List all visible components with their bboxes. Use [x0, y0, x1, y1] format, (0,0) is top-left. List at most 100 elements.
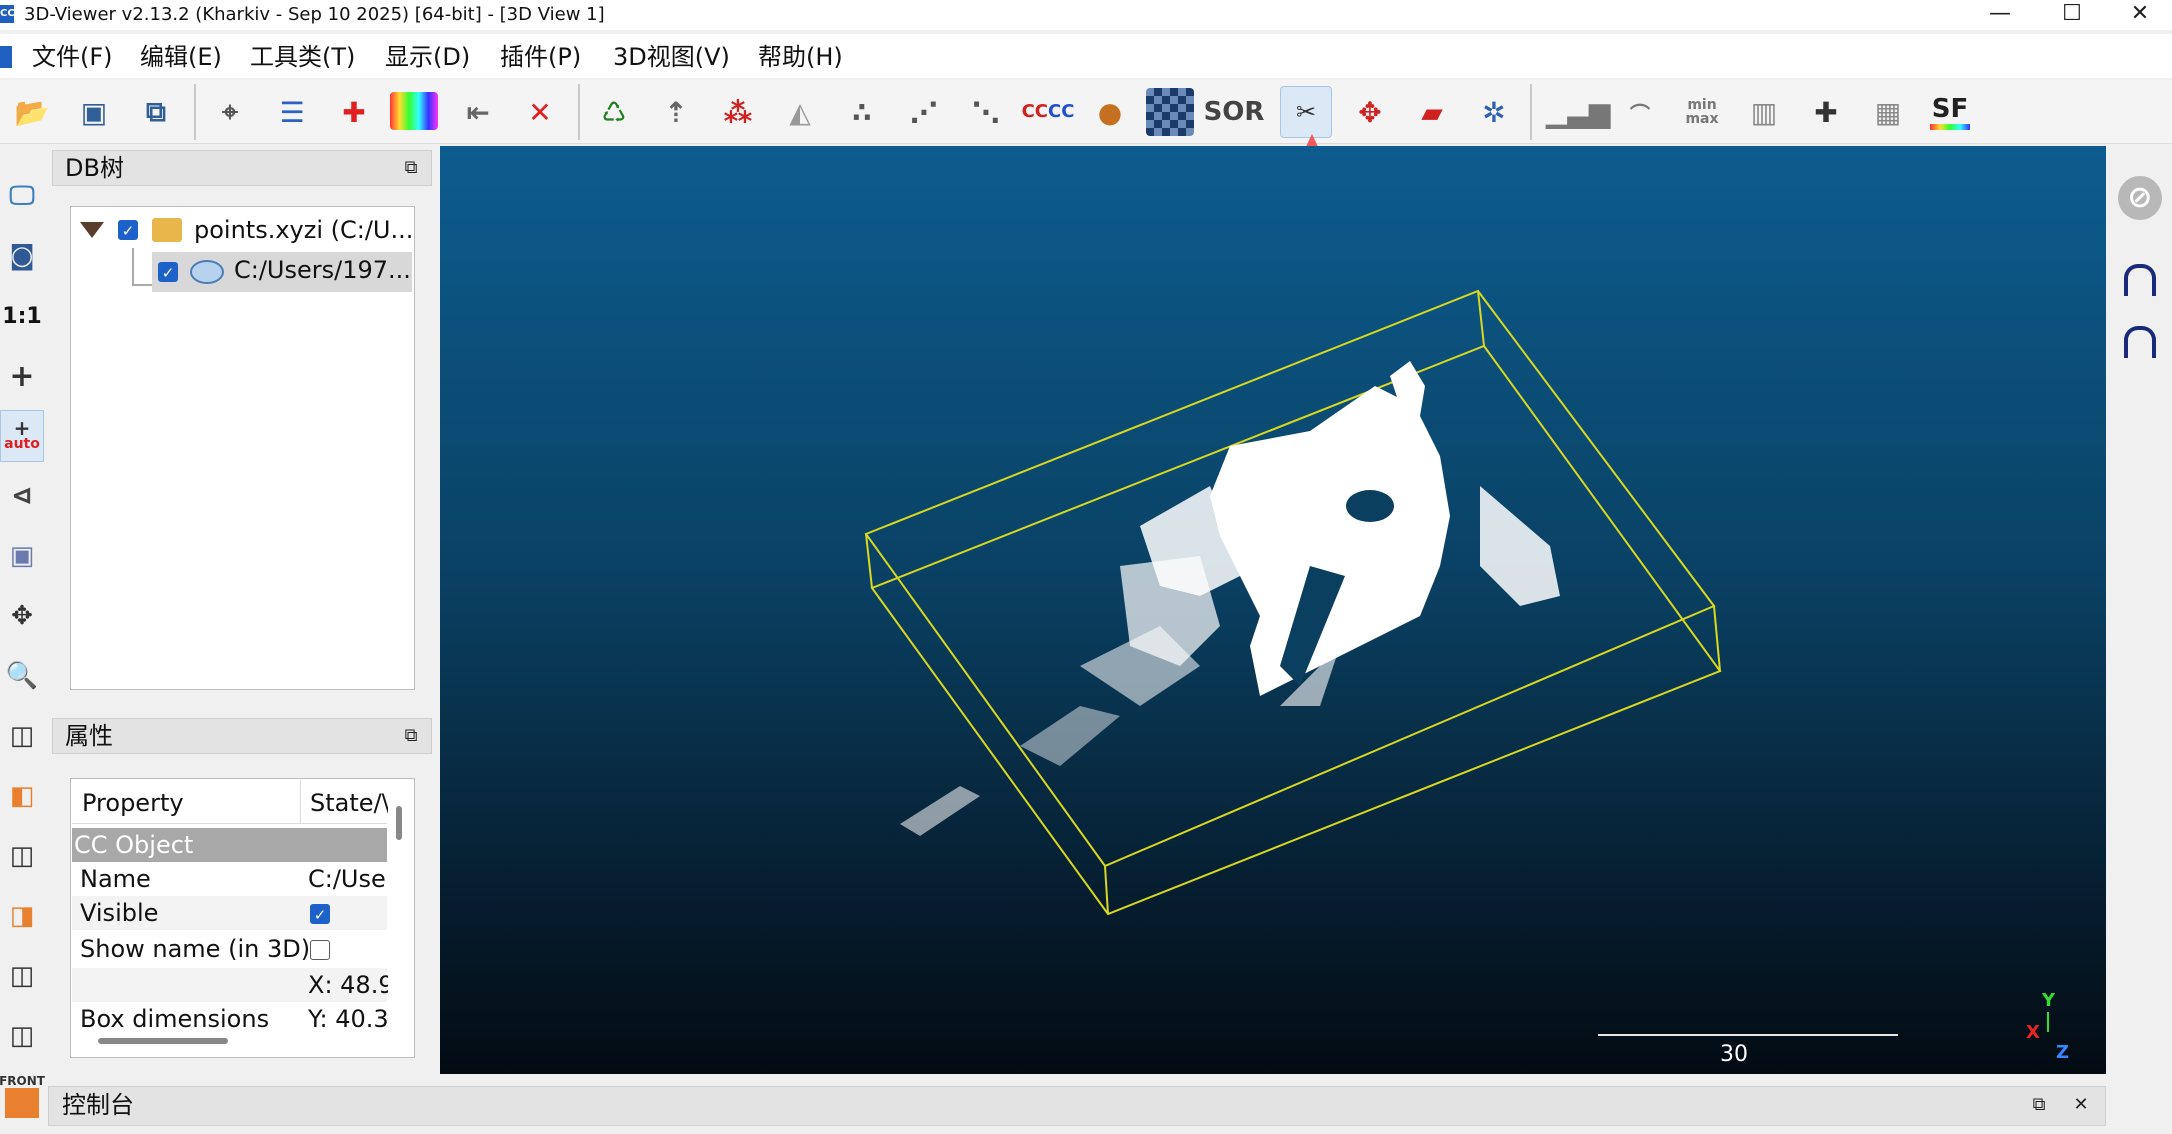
box-dim-x-value: X: 48.9. [308, 971, 388, 999]
perspective-icon[interactable]: ▣ [0, 530, 44, 582]
list-icon[interactable]: ☰ [266, 86, 318, 138]
pan-icon[interactable]: ✥ [0, 590, 44, 642]
one-to-one-button[interactable]: 1:1 [0, 290, 44, 342]
visible-checkbox[interactable] [310, 904, 330, 924]
box-dim-y-value: Y: 40.3. [308, 1005, 388, 1033]
view-front-icon[interactable]: ◧ [0, 770, 44, 822]
property-column-header[interactable]: Property [82, 786, 184, 820]
auto-label: auto [4, 436, 40, 452]
front-label: FRONT [0, 1074, 45, 1088]
3d-view[interactable]: 30 Y X Z [440, 146, 2106, 1074]
scatter-icon[interactable]: ⋱ [960, 86, 1012, 138]
iso-cube-icon [5, 1088, 39, 1118]
tree-line [132, 284, 154, 286]
maximize-button[interactable]: ☐ [2040, 0, 2104, 30]
sample-icon[interactable]: ⇡ [650, 86, 702, 138]
stat-fit-icon[interactable]: ⌒ [1614, 86, 1666, 138]
delete-icon[interactable]: ✕ [514, 86, 566, 138]
segment-icon[interactable]: ✂ [1280, 86, 1332, 138]
clear-icon[interactable]: ▥ [1738, 86, 1790, 138]
noise-icon[interactable]: ∴ [836, 86, 888, 138]
checker-icon[interactable] [1146, 88, 1194, 136]
prop-name-value[interactable]: C:/Usei [308, 862, 388, 896]
db-tree-float-button[interactable]: ⧉ [400, 157, 422, 179]
merge-icon[interactable]: ♺ [588, 86, 640, 138]
cloud-visibility-checkbox[interactable] [158, 262, 178, 282]
tree-cloud-label[interactable]: C:/Users/197... [234, 253, 411, 287]
sor-icon[interactable]: SOR [1204, 86, 1265, 138]
zoom-icon[interactable]: 🔍 [0, 650, 44, 702]
minimize-button[interactable]: — [1968, 0, 2032, 30]
window-title: 3D-Viewer v2.13.2 (Kharkiv - Sep 10 2025… [24, 4, 605, 25]
db-tree-header: DB树 [52, 150, 432, 186]
stop-icon[interactable]: ⊘ [2118, 176, 2162, 220]
menu-3dview[interactable]: 3D视图(V) [613, 40, 730, 74]
crosshair-icon[interactable]: + [0, 350, 44, 402]
close-button[interactable]: ✕ [2108, 0, 2172, 30]
menu-plugins[interactable]: 插件(P) [500, 40, 581, 74]
screen-icon[interactable]: 🖵 [0, 170, 44, 222]
color-scale-icon[interactable] [390, 92, 438, 130]
axis-z-label: Z [2056, 1042, 2070, 1063]
vertical-scrollbar[interactable] [396, 806, 402, 840]
sf-icon[interactable]: SF [1924, 86, 1976, 138]
folder-icon [152, 218, 182, 242]
scale-label: 30 [1720, 1042, 1748, 1067]
add-point-icon[interactable]: ✚ [328, 86, 380, 138]
view-left-icon[interactable]: ◫ [0, 830, 44, 882]
state-column-header[interactable]: State/\ [310, 786, 388, 820]
toolbar-separator [578, 84, 580, 140]
properties-float-button[interactable]: ⧉ [400, 725, 422, 747]
axis-x-label: X [2026, 1022, 2040, 1043]
menu-display[interactable]: 显示(D) [385, 40, 470, 74]
bag-icon[interactable]: ● [1084, 86, 1136, 138]
prop-visible-label: Visible [80, 899, 159, 927]
section-label: CC Object [74, 831, 194, 859]
noise-filter-icon[interactable]: ⋰ [898, 86, 950, 138]
menu-help[interactable]: 帮助(H) [758, 40, 843, 74]
expand-arrow-icon[interactable] [80, 222, 104, 238]
console-title: 控制台 [62, 1091, 134, 1119]
view-right-icon[interactable]: ◫ [0, 950, 44, 1002]
min-max-icon[interactable]: min max [1676, 86, 1728, 138]
console-float-button[interactable]: ⧉ [2028, 1094, 2050, 1116]
cc-label-icon[interactable]: CC CC [1022, 86, 1075, 138]
tree-line [132, 248, 134, 286]
open-icon[interactable]: 📂 [6, 86, 58, 138]
properties-title: 属性 [65, 722, 113, 750]
menu-file[interactable]: 文件(F) [32, 40, 113, 74]
subsample-icon[interactable]: ⁂ [712, 86, 764, 138]
auto-pivot-button[interactable]: + auto [0, 410, 44, 462]
magnet-icon[interactable] [2124, 326, 2156, 358]
cloud-main-body [1210, 386, 1450, 696]
view-iso-button[interactable]: FRONT [0, 1070, 45, 1122]
view-top-icon[interactable]: ◫ [0, 710, 44, 762]
horizontal-scrollbar[interactable] [98, 1038, 228, 1044]
export-icon[interactable]: ⇤ [452, 86, 504, 138]
save-icon[interactable]: ▣ [68, 86, 120, 138]
view-bottom-icon[interactable]: ◫ [0, 1010, 44, 1062]
translate-icon[interactable]: ✥ [1344, 86, 1396, 138]
calculator-icon[interactable]: ▦ [1862, 86, 1914, 138]
point-pair-icon[interactable]: ✲ [1468, 86, 1520, 138]
histogram-icon[interactable]: ▁▃▆ [1546, 86, 1611, 138]
root-visibility-checkbox[interactable] [118, 220, 138, 240]
save-all-icon[interactable]: ⧉ [130, 86, 182, 138]
magnet-icon[interactable] [2124, 264, 2156, 296]
tree-root-label[interactable]: points.xyzi (C:/U... [194, 213, 413, 247]
add-sf-icon[interactable]: ✚ [1800, 86, 1852, 138]
mesh-icon[interactable]: ◭ [774, 86, 826, 138]
console-close-button[interactable]: ✕ [2070, 1094, 2092, 1116]
crop-box-icon[interactable]: ▰ [1406, 86, 1458, 138]
menu-tools[interactable]: 工具类(T) [250, 40, 355, 74]
toolbar-separator [1530, 84, 1532, 140]
toolbar-separator [194, 84, 196, 140]
rotate-icon[interactable]: ⊲ [0, 470, 44, 522]
console-header [48, 1086, 2106, 1126]
pick-point-icon[interactable]: ⌖ [204, 86, 256, 138]
prop-name-label: Name [80, 865, 151, 893]
view-back-icon[interactable]: ◨ [0, 890, 44, 942]
menu-edit[interactable]: 编辑(E) [140, 40, 222, 74]
show-name-checkbox[interactable] [310, 940, 330, 960]
camera-icon[interactable]: ◙ [0, 230, 44, 282]
